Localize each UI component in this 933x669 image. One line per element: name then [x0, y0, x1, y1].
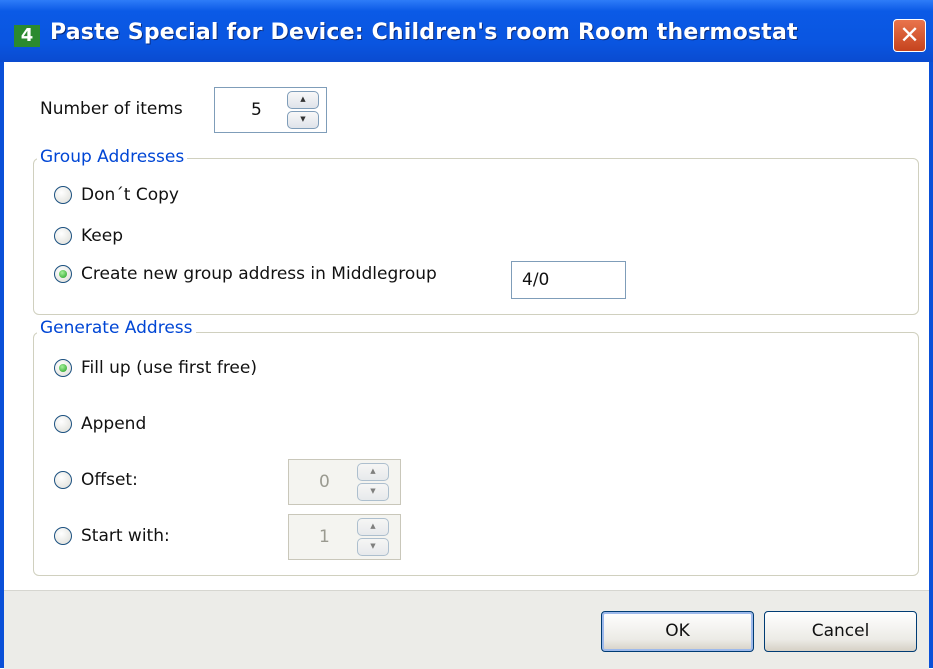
- start-with-down-button: ▼: [357, 538, 389, 556]
- radio-fill-up[interactable]: [54, 359, 72, 377]
- offset-stepper: 0 ▲ ▼: [288, 459, 401, 505]
- window-title: Paste Special for Device: Children's roo…: [50, 20, 798, 45]
- radio-append-label[interactable]: Append: [81, 414, 146, 434]
- generate-address-legend: Generate Address: [37, 318, 196, 338]
- group-addresses-group: [33, 158, 919, 315]
- offset-value: 0: [319, 472, 330, 492]
- arrow-up-icon: ▲: [370, 522, 376, 530]
- radio-append[interactable]: [54, 415, 72, 433]
- radio-create-new-group-address[interactable]: [54, 265, 72, 283]
- arrow-down-icon: ▼: [370, 542, 376, 550]
- radio-offset[interactable]: [54, 471, 72, 489]
- radio-dont-copy[interactable]: [54, 186, 72, 204]
- arrow-up-icon: ▲: [370, 467, 376, 475]
- dialog-footer: OK Cancel: [4, 590, 929, 669]
- window-frame-right: [929, 62, 933, 668]
- group-addresses-legend: Group Addresses: [37, 147, 188, 167]
- radio-offset-label[interactable]: Offset:: [81, 470, 138, 490]
- number-of-items-value: 5: [251, 100, 262, 120]
- offset-down-button: ▼: [357, 483, 389, 501]
- arrow-up-icon: ▲: [300, 95, 306, 103]
- number-of-items-stepper[interactable]: 5 ▲ ▼: [214, 87, 327, 133]
- number-of-items-up-button[interactable]: ▲: [287, 91, 319, 109]
- arrow-down-icon: ▼: [370, 487, 376, 495]
- radio-start-with[interactable]: [54, 527, 72, 545]
- dialog-body: Number of items 5 ▲ ▼ Group Addresses Do…: [4, 62, 929, 590]
- number-of-items-label: Number of items: [40, 99, 183, 119]
- radio-create-new-group-address-label[interactable]: Create new group address in Middlegroup: [81, 264, 437, 284]
- radio-fill-up-label[interactable]: Fill up (use first free): [81, 358, 257, 378]
- app-logo-icon: 4: [14, 25, 40, 47]
- ok-button[interactable]: OK: [601, 611, 754, 652]
- number-of-items-down-button[interactable]: ▼: [287, 111, 319, 129]
- middlegroup-input[interactable]: 4/0: [511, 261, 626, 299]
- cancel-button[interactable]: Cancel: [764, 611, 917, 652]
- start-with-up-button: ▲: [357, 518, 389, 536]
- paste-special-dialog: 4 Paste Special for Device: Children's r…: [0, 0, 933, 669]
- radio-start-with-label[interactable]: Start with:: [81, 526, 170, 546]
- start-with-value: 1: [319, 527, 330, 547]
- radio-keep-label[interactable]: Keep: [81, 226, 123, 246]
- radio-dont-copy-label[interactable]: Don´t Copy: [81, 185, 179, 205]
- radio-keep[interactable]: [54, 227, 72, 245]
- offset-up-button: ▲: [357, 463, 389, 481]
- title-bar[interactable]: 4 Paste Special for Device: Children's r…: [0, 0, 933, 62]
- close-button[interactable]: ✕: [893, 19, 926, 52]
- arrow-down-icon: ▼: [300, 115, 306, 123]
- start-with-stepper: 1 ▲ ▼: [288, 514, 401, 560]
